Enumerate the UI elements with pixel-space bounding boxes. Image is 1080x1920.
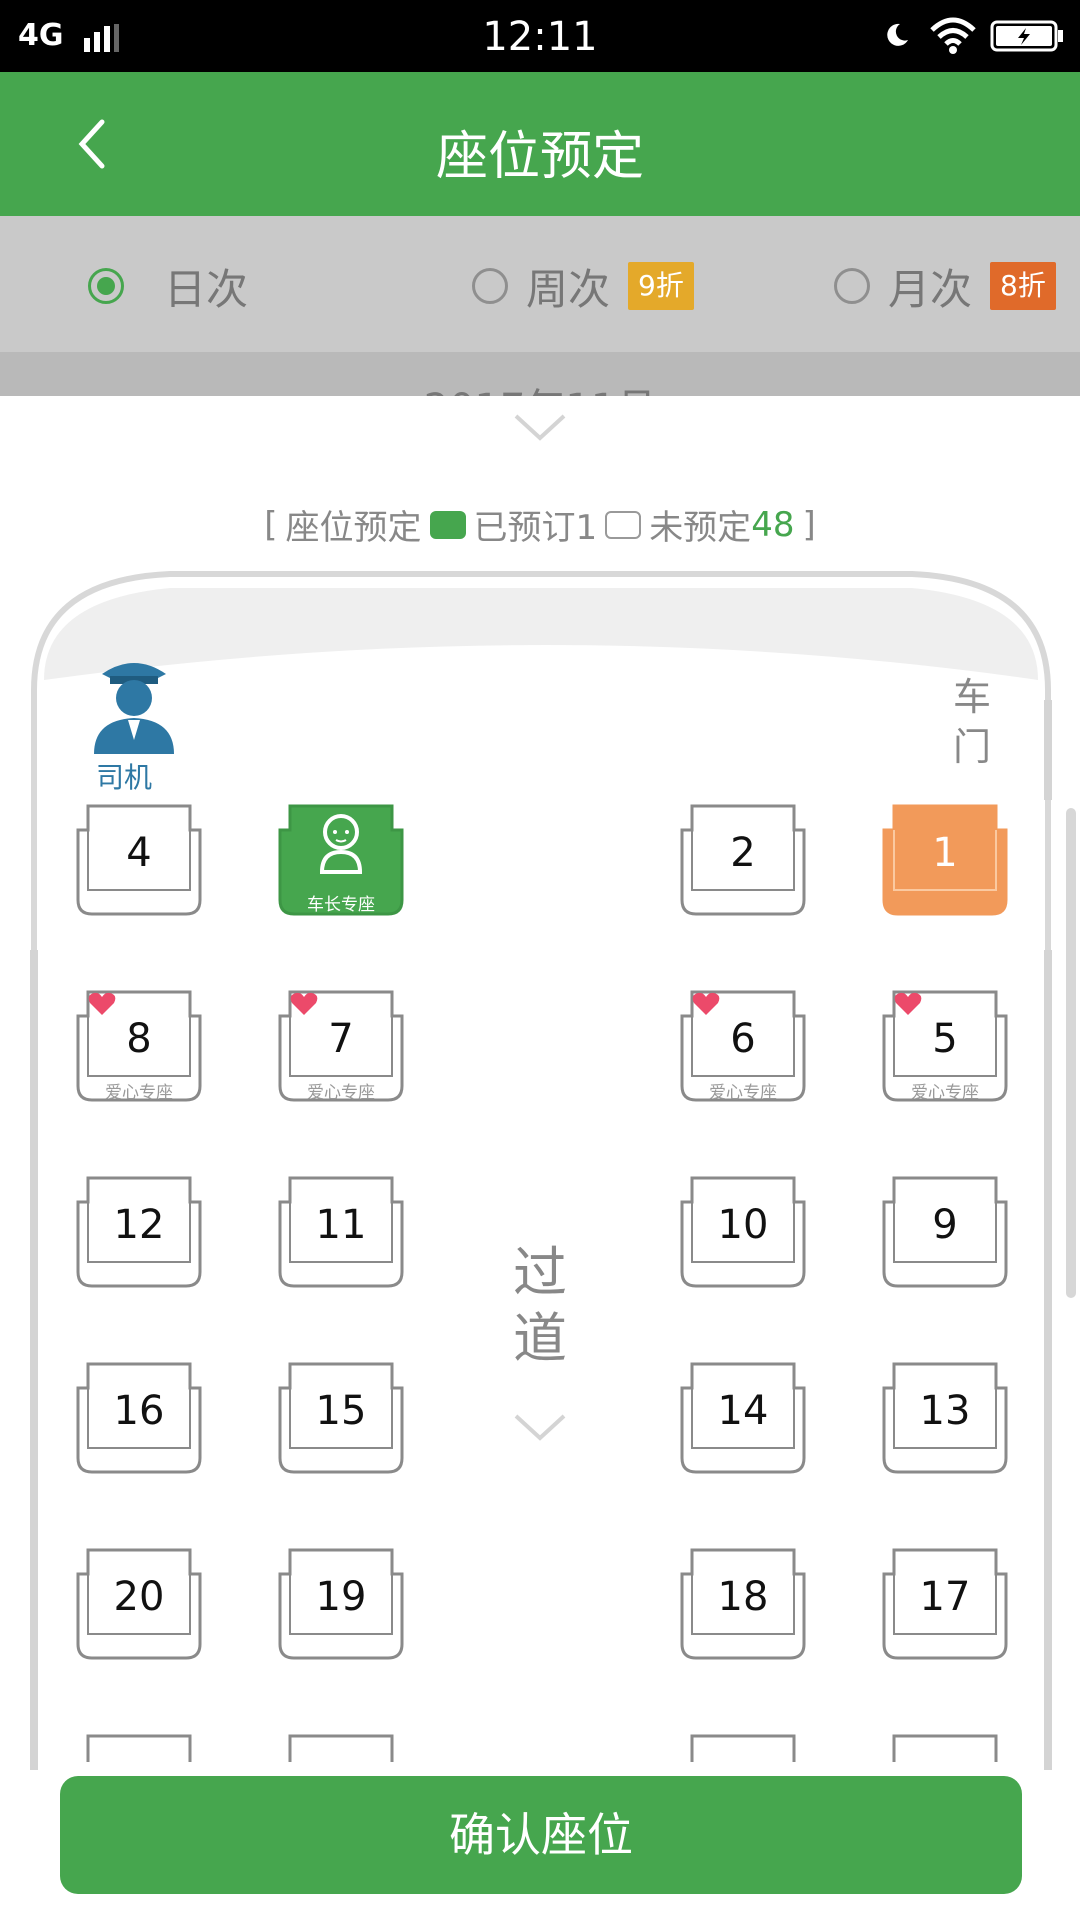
seat-number: 12 — [113, 1202, 165, 1248]
seat-18[interactable]: 18 — [678, 1546, 808, 1662]
battery-icon — [990, 20, 1063, 52]
trip-option-daily[interactable]: 日次 — [88, 258, 248, 314]
seat-19[interactable]: 19 — [276, 1546, 406, 1662]
seat-16[interactable]: 16 — [74, 1360, 204, 1476]
date-strip[interactable]: 2017年11月 — [0, 352, 1080, 396]
aisle-label: 过道 — [513, 1241, 567, 1370]
chevron-down-icon — [514, 1414, 566, 1441]
legend-title: 座位预定 — [285, 508, 422, 548]
seat-6[interactable]: 6 爱心专座 — [678, 988, 808, 1104]
seat-8[interactable]: 8 爱心专座 — [74, 988, 204, 1104]
heart-icon — [894, 992, 922, 1015]
seat-number: 9 — [932, 1202, 958, 1248]
legend-booked-label: 已预订1 — [473, 508, 598, 548]
radio-icon[interactable] — [472, 268, 508, 304]
chevron-down-icon[interactable] — [512, 412, 568, 442]
seat-12[interactable]: 12 — [74, 1174, 204, 1290]
seat-legend: [ 座位预定 已预订1 未预定 48 ] — [0, 500, 1080, 549]
seat-7[interactable]: 7 爱心专座 — [276, 988, 406, 1104]
seat-number: 4 — [126, 830, 152, 876]
date-label: 2017年11月 — [0, 376, 1080, 396]
wifi-icon — [930, 17, 976, 54]
seat-number: 18 — [717, 1574, 769, 1620]
seat-partial — [288, 1734, 394, 1762]
seat-10[interactable]: 10 — [678, 1174, 808, 1290]
seat-14[interactable]: 14 — [678, 1360, 808, 1476]
discount-badge: 9折 — [628, 262, 694, 310]
heart-icon — [88, 992, 116, 1015]
trip-option-label: 周次 — [526, 264, 611, 314]
trip-option-label: 日次 — [164, 264, 249, 314]
seat-number: 11 — [315, 1202, 367, 1248]
legend-bracket: [ — [264, 504, 278, 545]
seat-15[interactable]: 15 — [276, 1360, 406, 1476]
discount-badge: 8折 — [990, 262, 1056, 310]
legend-free-label: 未预定 — [649, 508, 752, 548]
seat-number: 13 — [919, 1388, 971, 1434]
seat-number: 17 — [919, 1574, 971, 1620]
confirm-seat-button[interactable]: 确认座位 — [60, 1776, 1022, 1894]
seat-number: 10 — [717, 1202, 769, 1248]
radio-icon[interactable] — [834, 268, 870, 304]
seat-number: 19 — [315, 1574, 367, 1620]
moon-icon — [887, 23, 908, 46]
seat-4[interactable]: 4 — [74, 802, 204, 918]
status-bar: 4G 12:11 — [0, 0, 1080, 72]
trip-type-selector: 日次 周次 9折 月次 8折 — [0, 216, 1080, 352]
app-header: 座位预定 — [0, 72, 1080, 216]
heart-icon — [692, 992, 720, 1015]
trip-option-monthly[interactable]: 月次 8折 — [834, 258, 1056, 314]
seat-number: 7 — [328, 1016, 354, 1062]
seat-11[interactable]: 11 — [276, 1174, 406, 1290]
trip-option-weekly[interactable]: 周次 9折 — [472, 258, 694, 314]
seat-captain: 车长专座 — [276, 802, 406, 918]
booked-swatch-icon — [429, 510, 466, 539]
captain-icon — [319, 814, 363, 874]
seat-partial — [892, 1734, 998, 1762]
seat-5[interactable]: 5 爱心专座 — [880, 988, 1010, 1104]
seat-number: 16 — [113, 1388, 165, 1434]
seat-9[interactable]: 9 — [880, 1174, 1010, 1290]
priority-seat-label: 爱心专座 — [105, 1083, 173, 1103]
seat-number: 1 — [932, 830, 958, 876]
seat-2[interactable]: 2 — [678, 802, 808, 918]
seat-number: 5 — [932, 1016, 958, 1062]
seat-number: 2 — [730, 830, 756, 876]
seat-partial — [86, 1734, 192, 1762]
captain-seat-label: 车长专座 — [307, 895, 375, 915]
heart-icon — [290, 992, 318, 1015]
door-label: 车门 — [952, 675, 991, 769]
page-title: 座位预定 — [435, 127, 644, 187]
radio-selected-icon[interactable] — [88, 268, 124, 304]
seat-number: 8 — [126, 1016, 152, 1062]
scrollbar[interactable] — [1066, 808, 1076, 1298]
priority-seat-label: 爱心专座 — [911, 1083, 979, 1103]
seat-partial — [690, 1734, 796, 1762]
seat-number: 6 — [730, 1016, 756, 1062]
priority-seat-label: 爱心专座 — [307, 1083, 375, 1103]
priority-seat-label: 爱心专座 — [709, 1083, 777, 1103]
clock: 12:11 — [482, 14, 598, 60]
legend-free-count: 48 — [751, 504, 795, 545]
driver-icon — [94, 663, 174, 754]
seat-number: 14 — [717, 1388, 769, 1434]
seat-17[interactable]: 17 — [880, 1546, 1010, 1662]
seat-number: 20 — [113, 1574, 165, 1620]
seat-number: 15 — [315, 1388, 367, 1434]
free-swatch-icon — [605, 510, 642, 539]
driver-label: 司机 — [96, 761, 153, 794]
legend-bracket: ] — [802, 504, 816, 545]
trip-option-label: 月次 — [888, 264, 973, 314]
seat-1-booked[interactable]: 1 — [880, 802, 1010, 918]
seat-13[interactable]: 13 — [880, 1360, 1010, 1476]
seat-20[interactable]: 20 — [74, 1546, 204, 1662]
